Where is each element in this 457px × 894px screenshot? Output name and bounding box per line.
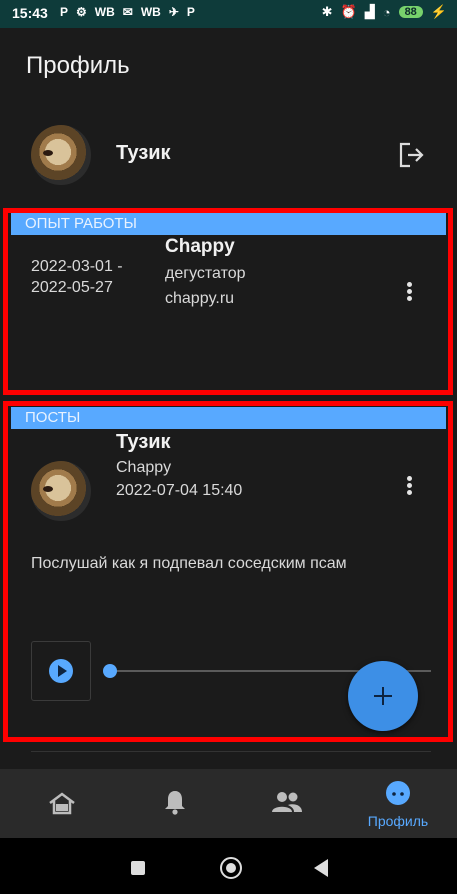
- notification-icon: P: [60, 5, 69, 19]
- experience-company: Chappy: [165, 236, 235, 257]
- divider: [31, 751, 431, 752]
- system-navigation-bar: [0, 838, 457, 894]
- profile-header: Тузик: [0, 122, 457, 188]
- post-avatar[interactable]: [31, 461, 91, 521]
- bluetooth-icon: ✱: [321, 4, 333, 19]
- nav-profile[interactable]: Профиль: [341, 769, 455, 838]
- experience-date-start: 2022-03-01 -: [31, 258, 123, 275]
- experience-more-icon[interactable]: [404, 281, 414, 307]
- back-icon[interactable]: [314, 859, 328, 877]
- bottom-navigation: Профиль: [0, 769, 457, 838]
- recent-apps-icon[interactable]: [131, 861, 145, 875]
- notification-icon: ⚙: [76, 5, 87, 19]
- page-title: Профиль: [26, 52, 130, 79]
- alarm-icon: ⏰: [340, 4, 357, 19]
- audio-seek-thumb[interactable]: [103, 664, 117, 678]
- nav-profile-label: Профиль: [367, 813, 429, 829]
- notification-icons: P ⚙ WB ✉ WB ✈ P: [60, 5, 195, 19]
- status-bar: 15:43 P ⚙ WB ✉ WB ✈ P ✱ ⏰ ▟ ◔ 88 ⚡: [0, 0, 457, 28]
- notification-icon: P: [186, 5, 195, 19]
- avatar[interactable]: [31, 125, 91, 185]
- experience-site: chappy.ru: [165, 290, 235, 307]
- bell-icon: [165, 791, 185, 815]
- face-icon: [386, 781, 410, 805]
- post-more-icon[interactable]: [404, 475, 414, 501]
- nav-people[interactable]: [229, 769, 343, 838]
- nav-home[interactable]: [5, 769, 119, 838]
- post-company: Chappy: [116, 459, 172, 476]
- home-icon: [49, 792, 75, 815]
- charging-icon: ⚡: [430, 4, 447, 19]
- experience-dates: 2022-03-01 - 2022-05-27: [31, 256, 123, 298]
- add-post-button[interactable]: [348, 661, 418, 731]
- system-icons: ✱ ⏰ ▟ ◔ 88 ⚡: [322, 4, 447, 20]
- post-text: Послушай как я подпевал соседским псам: [31, 555, 347, 572]
- audio-play-button[interactable]: [31, 641, 91, 701]
- notification-icon: WB: [94, 5, 115, 19]
- post-author: Тузик: [116, 431, 171, 453]
- battery-indicator: 88: [398, 6, 423, 18]
- nav-notifications[interactable]: [117, 769, 231, 838]
- notification-icon: WB: [140, 5, 161, 19]
- profile-name: Тузик: [116, 142, 171, 164]
- status-time: 15:43: [12, 5, 48, 21]
- play-icon: [49, 659, 73, 683]
- experience-date-end: 2022-05-27: [31, 279, 113, 296]
- people-icon: [272, 792, 302, 812]
- home-button-icon[interactable]: [220, 857, 242, 879]
- experience-role: дегустатор: [165, 265, 246, 282]
- notification-icon: ✉: [122, 5, 133, 19]
- signal-icon: ▟: [364, 4, 375, 19]
- wifi-icon: ◔: [382, 4, 391, 20]
- post-date: 2022-07-04 15:40: [116, 482, 243, 499]
- logout-icon[interactable]: [397, 140, 427, 170]
- notification-icon: ✈: [168, 5, 179, 19]
